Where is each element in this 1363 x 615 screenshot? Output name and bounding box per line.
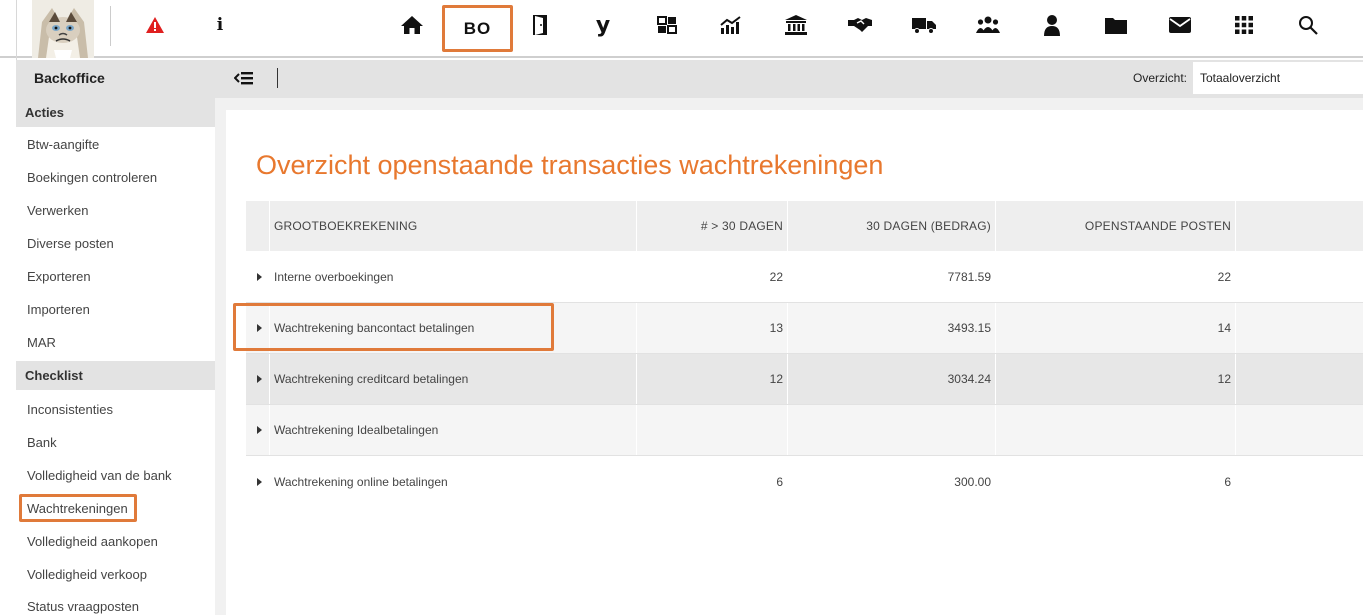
- section-title: Backoffice: [34, 70, 105, 86]
- sidebar-item-importeren[interactable]: Importeren: [27, 302, 90, 317]
- sidebar-item-bank[interactable]: Bank: [27, 435, 57, 450]
- grid-boxes-icon[interactable]: [652, 10, 682, 40]
- warning-icon[interactable]: [140, 10, 170, 40]
- table-header: GROOTBOEKREKENING # > 30 DAGEN 30 DAGEN …: [246, 201, 1363, 251]
- home-icon[interactable]: [397, 10, 427, 40]
- sidebar-item-volledigheid-aankopen[interactable]: Volledigheid aankopen: [27, 534, 158, 549]
- sidebar-item-volledigheid-verkoop[interactable]: Volledigheid verkoop: [27, 567, 147, 582]
- search-icon[interactable]: [1293, 10, 1323, 40]
- sidebar-item-mar[interactable]: MAR: [27, 335, 56, 350]
- expand-caret-icon[interactable]: [257, 477, 262, 486]
- sidebar-section-acties: Acties: [16, 98, 215, 127]
- header-grootboekrekening[interactable]: GROOTBOEKREKENING: [274, 201, 614, 251]
- expand-caret-icon[interactable]: [257, 273, 262, 281]
- topbar-divider: [110, 6, 111, 46]
- expand-caret-icon[interactable]: [257, 375, 262, 383]
- handshake-icon[interactable]: [845, 10, 875, 40]
- header-openstaande-posten[interactable]: OPENSTAANDE POSTEN: [995, 201, 1231, 251]
- sidebar-item-btw-aangifte[interactable]: Btw-aangifte: [27, 137, 99, 152]
- sidebar-item-exporteren[interactable]: Exporteren: [27, 269, 91, 284]
- person-icon[interactable]: [1037, 10, 1067, 40]
- table-row[interactable]: Wachtrekening Idealbetalingen: [246, 405, 1363, 456]
- sidebar-section-checklist: Checklist: [16, 361, 215, 390]
- overzicht-label: Overzicht:: [1133, 71, 1188, 85]
- bank-icon[interactable]: [781, 10, 811, 40]
- table-row[interactable]: Interne overboekingen 22 7781.59 22: [246, 252, 1363, 303]
- row-highlight-box: [233, 303, 554, 351]
- content-top-gutter: [226, 98, 1363, 110]
- subbar-divider: [277, 68, 278, 88]
- table-row[interactable]: Wachtrekening online betalingen 6 300.00…: [246, 456, 1363, 507]
- door-icon[interactable]: [525, 10, 555, 40]
- folder-icon[interactable]: [1101, 10, 1131, 40]
- header-bedrag-30-dagen[interactable]: 30 DAGEN (BEDRAG): [787, 201, 991, 251]
- cat-avatar-image: [32, 0, 94, 58]
- sidebar-item-verwerken[interactable]: Verwerken: [27, 203, 88, 218]
- table-row[interactable]: Wachtrekening creditcard betalingen 12 3…: [246, 354, 1363, 405]
- people-icon[interactable]: [973, 10, 1003, 40]
- user-avatar[interactable]: [32, 0, 94, 58]
- header-count-30-dagen[interactable]: # > 30 DAGEN: [636, 201, 783, 251]
- mail-icon[interactable]: [1165, 10, 1195, 40]
- sidebar-item-inconsistenties[interactable]: Inconsistenties: [27, 402, 113, 417]
- y-icon[interactable]: y: [588, 10, 618, 40]
- apps-icon[interactable]: [1229, 10, 1259, 40]
- expand-caret-icon[interactable]: [257, 426, 262, 434]
- sidebar-item-volledigheid-bank[interactable]: Volledigheid van de bank: [27, 468, 172, 483]
- sidebar-item-status-vraagposten[interactable]: Status vraagposten: [27, 599, 139, 614]
- sidebar-item-diverse-posten[interactable]: Diverse posten: [27, 236, 114, 251]
- info-icon[interactable]: i: [205, 10, 235, 40]
- sidebar-gutter: [215, 98, 226, 615]
- overzicht-select[interactable]: Totaaloverzicht: [1193, 62, 1363, 94]
- sidebar-item-boekingen-controleren[interactable]: Boekingen controleren: [27, 170, 157, 185]
- backoffice-button[interactable]: BO: [442, 5, 513, 52]
- truck-icon[interactable]: [909, 10, 939, 40]
- sidebar-item-wachtrekeningen[interactable]: Wachtrekeningen: [27, 501, 128, 516]
- page-title: Overzicht openstaande transacties wachtr…: [256, 150, 884, 180]
- chart-icon[interactable]: [716, 10, 746, 40]
- collapse-sidebar-icon[interactable]: [233, 68, 256, 88]
